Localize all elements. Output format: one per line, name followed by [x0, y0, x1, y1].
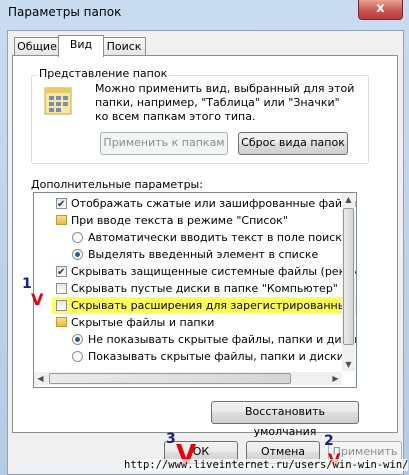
folder-view-description-3: ко всем папкам этого типа. [95, 110, 256, 123]
hide-protected-files-checkbox[interactable] [56, 264, 67, 281]
folder-icon [56, 215, 67, 225]
folder-view-description-1: Можно применить вид, выбранный для этой [95, 82, 355, 95]
scroll-down-icon[interactable]: ▼ [342, 358, 355, 371]
apply-to-folders-button[interactable]: Применить к папкам [100, 132, 228, 155]
show-hidden-radio[interactable] [72, 351, 83, 362]
vertical-scroll-thumb[interactable] [343, 208, 354, 345]
folder-icon [56, 317, 67, 327]
scroll-up-icon[interactable]: ▲ [342, 193, 355, 206]
horizontal-scrollbar[interactable]: ◀ ▶ [34, 372, 342, 385]
tab-view[interactable]: Вид [58, 35, 104, 57]
horizontal-scroll-thumb[interactable] [49, 373, 291, 384]
tab-general[interactable]: Общие [14, 37, 60, 56]
advanced-settings-list[interactable]: Отображать сжатые или зашифрованные файл… [33, 192, 357, 388]
hide-extensions-checkbox[interactable] [56, 300, 67, 311]
annotation-check-1: V [31, 290, 44, 309]
scroll-right-icon[interactable]: ▶ [329, 372, 342, 385]
folder-view-icon [44, 86, 72, 116]
folder-view-group-label: Представление папок [37, 67, 170, 80]
tab-search[interactable]: Поиск [102, 37, 146, 56]
restore-defaults-button[interactable]: Восстановить умолчания [211, 401, 359, 438]
select-typed-item-radio[interactable] [72, 249, 83, 260]
list-item-highlighted[interactable]: Скрывать расширения для зарегистрированн… [52, 297, 356, 314]
title-bar[interactable]: Параметры папок [0, 0, 409, 24]
window-title: Параметры папок [8, 5, 122, 19]
auto-type-search-radio[interactable] [72, 232, 83, 243]
advanced-settings-label: Дополнительные параметры: [31, 178, 203, 191]
watermark-url: http://www.liveinternet.ru/users/win-win… [124, 459, 409, 471]
dont-show-hidden-radio[interactable] [72, 334, 83, 345]
reset-folders-button[interactable]: Сброс вида папок [238, 132, 348, 155]
folder-view-description-2: папки, например, "Таблица" или "Значки" [95, 96, 340, 109]
close-button[interactable]: x [358, 0, 403, 20]
annotation-step-2: 2 [324, 433, 334, 449]
annotation-step-3: 3 [166, 431, 176, 447]
compressed-files-checkbox[interactable] [56, 196, 67, 213]
hide-empty-drives-checkbox[interactable] [56, 283, 67, 294]
scroll-left-icon[interactable]: ◀ [34, 372, 47, 385]
vertical-scrollbar[interactable]: ▲ ▼ [342, 193, 355, 371]
